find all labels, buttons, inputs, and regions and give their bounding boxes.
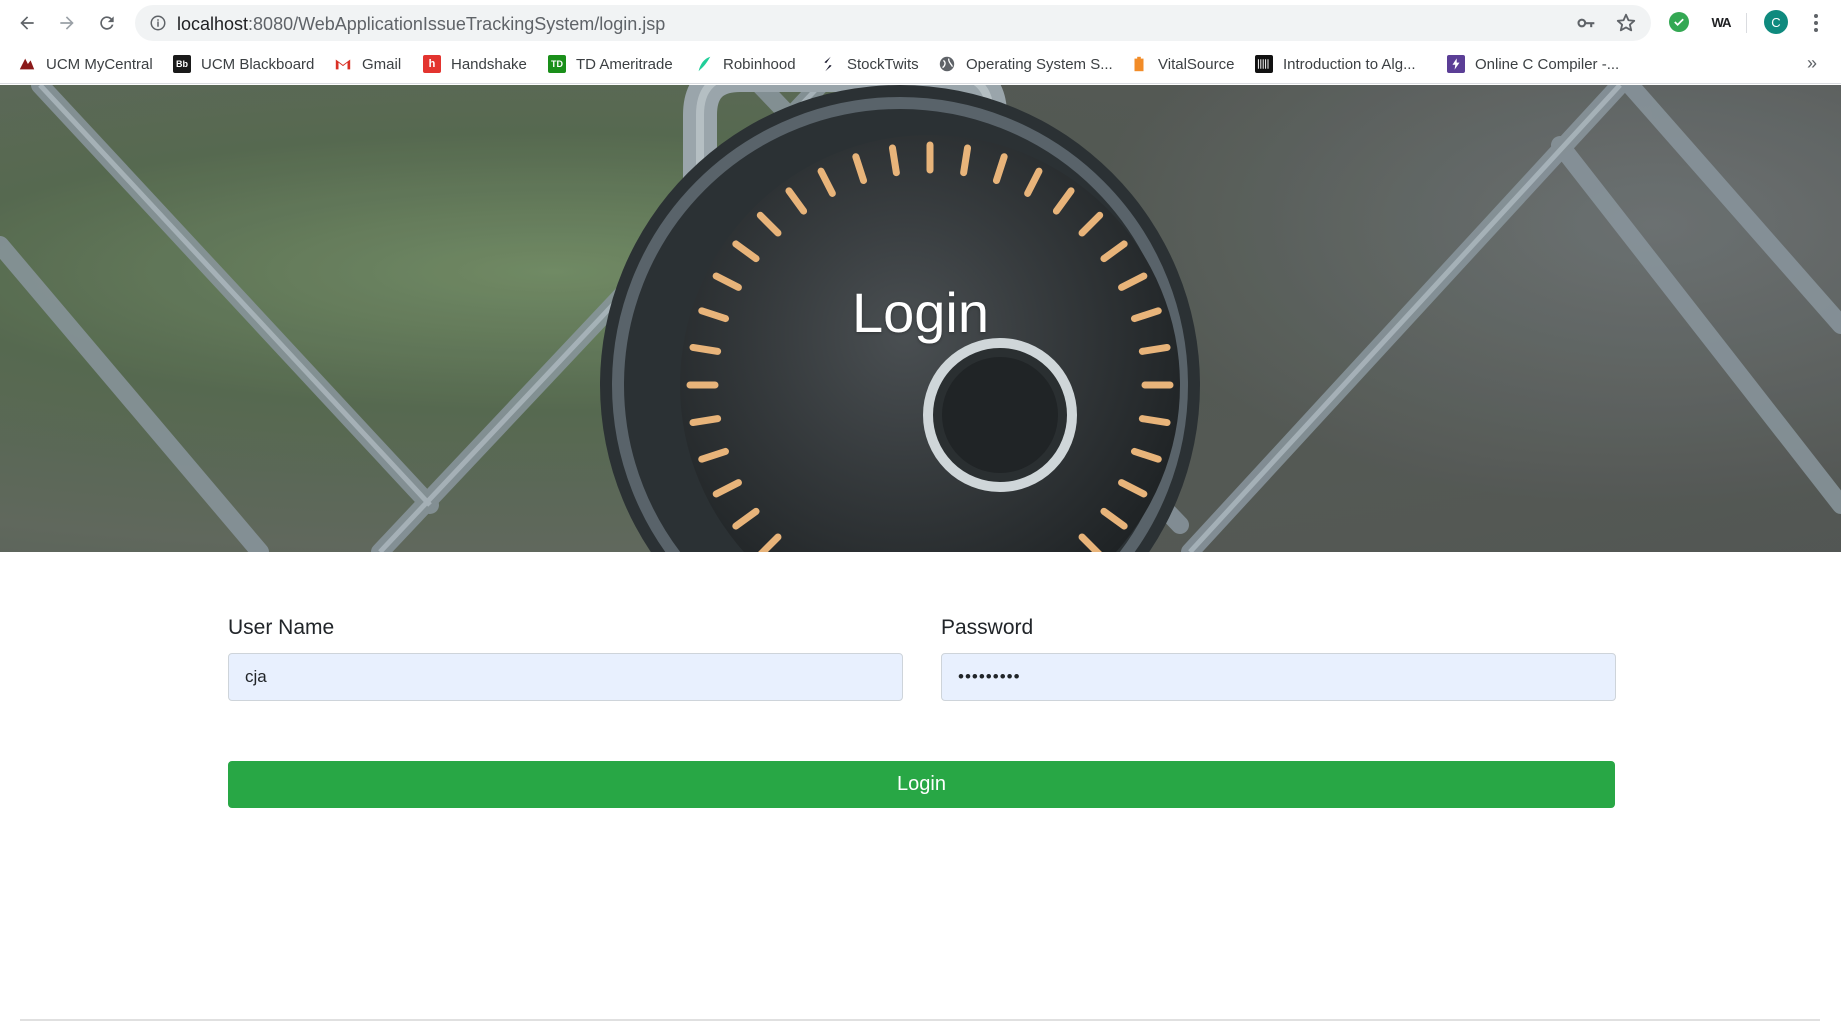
bookmark-label: Online C Compiler -... — [1475, 55, 1620, 73]
bookmark-handshake[interactable]: h Handshake — [423, 53, 527, 75]
toolbar-divider — [1746, 13, 1747, 33]
key-icon[interactable] — [1575, 13, 1597, 33]
username-label: User Name — [228, 616, 335, 639]
star-icon[interactable] — [1615, 12, 1637, 34]
forward-icon[interactable] — [54, 10, 80, 36]
address-bar[interactable]: localhost:8080/WebApplicationIssueTracki… — [135, 5, 1651, 41]
blackboard-icon: Bb — [173, 55, 191, 73]
info-icon[interactable] — [149, 14, 167, 32]
bookmark-ucm-blackboard[interactable]: Bb UCM Blackboard — [173, 53, 314, 75]
bookmark-label: Robinhood — [723, 55, 796, 73]
bookmark-label: Operating System S... — [966, 55, 1113, 73]
robinhood-icon — [695, 55, 713, 73]
bookmark-label: UCM Blackboard — [201, 55, 315, 73]
page-bottom-divider — [20, 1019, 1820, 1021]
reload-icon[interactable] — [94, 10, 120, 36]
wa-extension-icon[interactable]: WA — [1707, 11, 1735, 33]
password-label: Password — [941, 616, 1034, 639]
bookmarks-bar: UCM MyCentral Bb UCM Blackboard Gmail h … — [0, 45, 1841, 84]
bookmark-label: VitalSource — [1158, 55, 1235, 73]
login-button[interactable]: Login — [228, 761, 1615, 808]
book-icon — [1255, 55, 1273, 73]
bookmark-label: UCM MyCentral — [46, 55, 153, 73]
bookmark-label: Gmail — [362, 55, 402, 73]
handshake-icon: h — [423, 55, 441, 73]
more-bookmarks-icon[interactable]: » — [1807, 53, 1817, 74]
bookmark-vitalsource[interactable]: VitalSource — [1130, 53, 1234, 75]
stocktwits-icon — [819, 55, 837, 73]
page-title: Login — [851, 281, 990, 344]
dial-tick — [1138, 415, 1171, 427]
dial-tick — [1138, 343, 1171, 355]
dial-tick — [689, 343, 722, 355]
wa-extension-label: WA — [1711, 14, 1732, 30]
dial-tick — [960, 144, 972, 177]
bookmark-robinhood[interactable]: Robinhood — [695, 53, 796, 75]
password-input[interactable] — [941, 653, 1616, 701]
hero-banner: Login — [0, 85, 1841, 552]
bookmark-gmail[interactable]: Gmail — [334, 53, 401, 75]
username-input[interactable] — [228, 653, 903, 701]
menu-icon[interactable] — [1806, 10, 1826, 36]
bookmark-ucm-mycentral[interactable]: UCM MyCentral — [18, 53, 153, 75]
gmail-icon — [334, 55, 352, 73]
bookmark-label: Introduction to Alg... — [1283, 55, 1416, 73]
bookmark-label: Handshake — [451, 55, 527, 73]
back-icon[interactable] — [14, 10, 40, 36]
vitalsource-icon — [1130, 55, 1148, 73]
bookmark-operating-system[interactable]: Operating System S... — [938, 53, 1113, 75]
browser-toolbar: localhost:8080/WebApplicationIssueTracki… — [0, 0, 1841, 45]
bookmark-introduction-to-algorithms[interactable]: Introduction to Alg... — [1255, 53, 1416, 75]
url-text[interactable]: localhost:8080/WebApplicationIssueTracki… — [177, 14, 665, 35]
url-host: localhost — [177, 14, 249, 34]
bookmark-stocktwits[interactable]: StockTwits — [819, 53, 919, 75]
bookmark-online-c-compiler[interactable]: Online C Compiler -... — [1447, 53, 1619, 75]
bookmark-label: TD Ameritrade — [576, 55, 673, 73]
globe-icon — [938, 55, 956, 73]
ucm-icon — [18, 55, 36, 73]
url-path: :8080/WebApplicationIssueTrackingSystem/… — [248, 14, 666, 34]
dial-tick — [689, 415, 722, 427]
td-icon: TD — [548, 55, 566, 73]
bookmark-label: StockTwits — [847, 55, 919, 73]
avatar[interactable]: C — [1764, 10, 1788, 34]
bookmark-td-ameritrade[interactable]: TD TD Ameritrade — [548, 53, 673, 75]
check-extension-icon[interactable] — [1669, 12, 1689, 32]
compiler-icon — [1447, 55, 1465, 73]
dial-tick — [888, 144, 900, 177]
